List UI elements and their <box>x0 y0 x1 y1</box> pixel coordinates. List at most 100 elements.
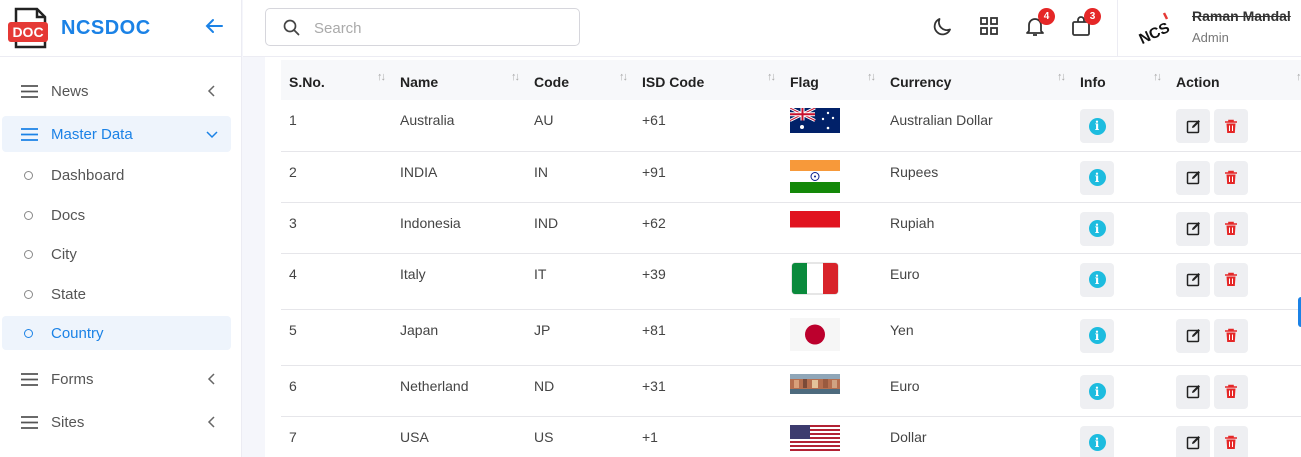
cell-sno: 7 <box>281 416 392 457</box>
moon-icon[interactable] <box>931 14 955 38</box>
sort-icon[interactable]: ↑↓ <box>767 71 776 83</box>
column-header-flag[interactable]: Flag ↑↓ <box>782 60 882 100</box>
info-button[interactable]: i <box>1080 374 1114 409</box>
cell-code: US <box>526 416 634 457</box>
cell-action <box>1168 100 1301 152</box>
delete-button[interactable] <box>1214 262 1248 297</box>
avatar[interactable]: NCS <box>1134 8 1174 48</box>
cell-currency: Dollar <box>882 416 1072 457</box>
column-header-isd-code[interactable]: ISD Code ↑↓ <box>634 60 782 100</box>
notification-badge: 4 <box>1038 8 1055 25</box>
column-header-info[interactable]: Info ↑↓ <box>1072 60 1168 100</box>
cell-currency: Euro <box>882 253 1072 310</box>
cell-sno: 1 <box>281 100 392 152</box>
user-name: Raman Mandal <box>1192 8 1291 24</box>
table-row: 6 Netherland ND +31 Euro i <box>281 365 1301 417</box>
sidebar-subitem-city[interactable]: City <box>2 237 231 271</box>
sidebar-subitem-country[interactable]: Country <box>2 316 231 350</box>
info-button[interactable]: i <box>1080 109 1114 143</box>
ncsdoc-logo: DOC <box>7 5 53 51</box>
info-icon: i <box>1088 327 1106 344</box>
info-icon: i <box>1088 434 1106 451</box>
sort-icon[interactable]: ↑↓ <box>619 71 628 83</box>
delete-button[interactable] <box>1214 109 1248 143</box>
sidebar-subitem-state[interactable]: State <box>2 277 231 311</box>
sort-icon[interactable]: ↑↓ <box>1057 71 1066 83</box>
edit-button[interactable] <box>1176 425 1210 457</box>
sort-icon[interactable]: ↑↓ <box>1153 71 1162 83</box>
delete-button[interactable] <box>1214 160 1248 195</box>
info-button[interactable]: i <box>1080 425 1114 457</box>
column-header-action[interactable]: Action↑↓ <box>1168 60 1301 100</box>
svg-text:DOC: DOC <box>12 24 43 40</box>
sort-icon[interactable]: ↑↓ <box>511 71 520 83</box>
column-header-currency[interactable]: Currency ↑↓ <box>882 60 1072 100</box>
delete-button[interactable] <box>1214 211 1248 246</box>
edit-icon <box>1186 273 1200 287</box>
sidebar-item-news[interactable]: News <box>2 73 231 109</box>
cell-flag <box>782 202 882 254</box>
sidebar-subitem-label: Docs <box>51 206 86 224</box>
usa-flag <box>790 424 882 451</box>
india-flag <box>790 159 882 193</box>
column-header-sno[interactable]: S.No. ↑↓ <box>281 60 392 100</box>
cell-code: JP <box>526 309 634 366</box>
search-box[interactable] <box>265 8 580 46</box>
info-button[interactable]: i <box>1080 318 1114 353</box>
edit-button[interactable] <box>1176 211 1210 246</box>
topbar: 4 3 NCS Raman Mandal Admin <box>243 0 1301 57</box>
cell-flag <box>782 253 882 310</box>
cell-name: Italy <box>392 253 526 310</box>
delete-button[interactable] <box>1214 374 1248 409</box>
sidebar-item-sites[interactable]: Sites <box>2 404 231 440</box>
sidebar-item-forms[interactable]: Forms <box>2 361 231 397</box>
chevron-left-icon <box>207 85 215 97</box>
info-button[interactable]: i <box>1080 211 1114 246</box>
sidebar-subitem-dashboard[interactable]: Dashboard <box>2 158 231 192</box>
trash-icon <box>1225 170 1237 184</box>
sidebar-subitem-label: City <box>51 245 77 263</box>
table-row: 1 Australia AU +61 Australian Dollar i <box>281 100 1301 152</box>
edit-button[interactable] <box>1176 318 1210 353</box>
chevron-left-icon <box>207 416 215 428</box>
sidebar-subitem-label: State <box>51 285 87 303</box>
cart-button[interactable]: 3 <box>1069 8 1101 38</box>
brand-name: NCSDOC <box>61 16 151 39</box>
circle-icon <box>24 170 33 180</box>
sidebar-item-label: News <box>51 82 89 100</box>
sidebar-item-label: Forms <box>51 370 94 388</box>
column-header-name[interactable]: Name ↑↓ <box>392 60 526 100</box>
info-button[interactable]: i <box>1080 160 1114 195</box>
menu-icon <box>21 372 38 386</box>
delete-button[interactable] <box>1214 425 1248 457</box>
japan-flag <box>790 317 882 351</box>
edit-icon <box>1186 222 1200 236</box>
cell-action <box>1168 202 1301 254</box>
sidebar-subitem-docs[interactable]: Docs <box>2 198 231 232</box>
edit-button[interactable] <box>1176 374 1210 409</box>
edit-icon <box>1186 329 1200 343</box>
grid-icon[interactable] <box>977 14 1001 38</box>
edit-button[interactable] <box>1176 160 1210 195</box>
search-input[interactable] <box>314 17 564 39</box>
cell-flag <box>782 365 882 417</box>
cell-name: Indonesia <box>392 202 526 254</box>
table-row: 3 Indonesia IND +62 Rupiah i <box>281 202 1301 254</box>
circle-icon <box>24 249 33 259</box>
sidebar-item-master-data[interactable]: Master Data <box>2 116 231 152</box>
info-button[interactable]: i <box>1080 262 1114 297</box>
sort-icon[interactable]: ↑↓ <box>1296 71 1301 83</box>
sort-icon[interactable]: ↑↓ <box>377 71 386 83</box>
delete-button[interactable] <box>1214 318 1248 353</box>
column-header-code[interactable]: Code ↑↓ <box>526 60 634 100</box>
indonesia-flag <box>790 210 882 244</box>
cell-isd-code: +39 <box>634 253 782 310</box>
cell-flag <box>782 416 882 457</box>
cell-code: ND <box>526 365 634 417</box>
sort-icon[interactable]: ↑↓ <box>867 71 876 83</box>
notification-bell[interactable]: 4 <box>1023 8 1055 38</box>
edit-button[interactable] <box>1176 109 1210 143</box>
main-content: S.No. ↑↓ Name ↑↓ Code ↑↓ ISD Code ↑↓ Flag ↑↓ … <box>265 57 1301 457</box>
edit-button[interactable] <box>1176 262 1210 297</box>
arrow-left-icon[interactable] <box>202 14 226 38</box>
